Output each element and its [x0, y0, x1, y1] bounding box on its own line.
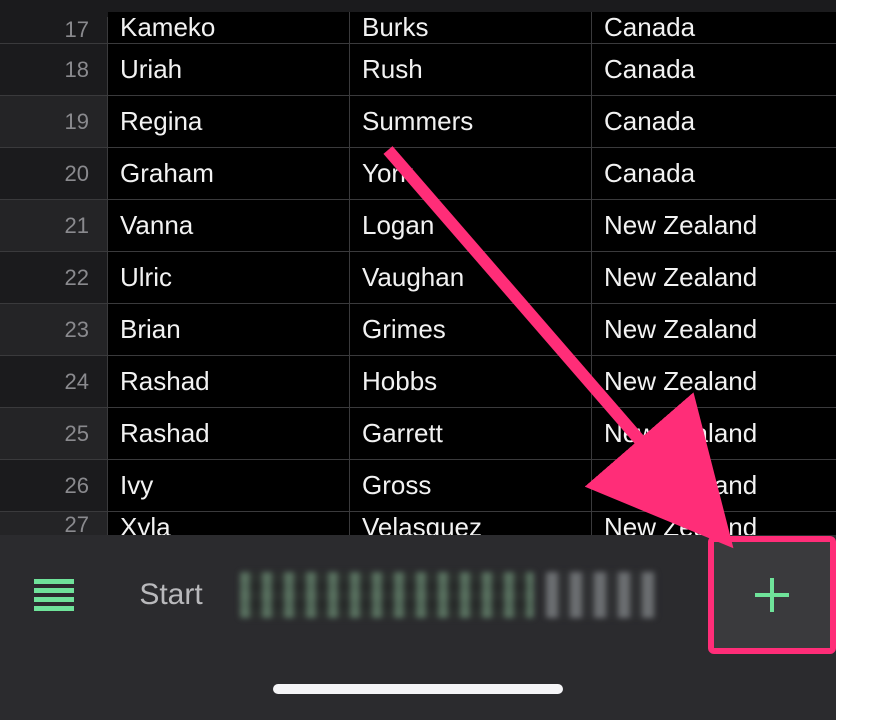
sheet-tab-start[interactable]: Start: [108, 550, 234, 640]
bottom-strip: [0, 655, 836, 720]
cell-last-name[interactable]: Gross: [350, 460, 592, 511]
cell-last-name[interactable]: York: [350, 148, 592, 199]
annotation-highlight: [708, 536, 836, 654]
sheet-tab-label: Start: [139, 578, 202, 612]
cell-country[interactable]: Canada: [592, 96, 836, 147]
cell-last-name[interactable]: Logan: [350, 200, 592, 251]
row-index[interactable]: 21: [0, 200, 108, 251]
cell-first-name[interactable]: Rashad: [108, 356, 350, 407]
cell-first-name[interactable]: Uriah: [108, 44, 350, 95]
home-indicator[interactable]: [273, 684, 563, 694]
cell-first-name[interactable]: Rashad: [108, 408, 350, 459]
cell-first-name[interactable]: Ulric: [108, 252, 350, 303]
cell-last-name[interactable]: Burks: [350, 12, 592, 43]
cell-country[interactable]: New Zealand: [592, 460, 836, 511]
row-index[interactable]: 26: [0, 460, 108, 511]
redacted-label: [240, 572, 534, 618]
cell-last-name[interactable]: Summers: [350, 96, 592, 147]
row-index[interactable]: 20: [0, 148, 108, 199]
add-sheet-button[interactable]: [714, 542, 830, 648]
table-row[interactable]: 17 Kameko Burks Canada: [0, 0, 836, 44]
cell-country[interactable]: New Zealand: [592, 408, 836, 459]
sheet-tab-redacted[interactable]: [540, 550, 662, 640]
sheet-tab-bar: Start: [0, 535, 836, 655]
table-row[interactable]: 21 Vanna Logan New Zealand: [0, 200, 836, 252]
table-row[interactable]: 25 Rashad Garrett New Zealand: [0, 408, 836, 460]
row-index[interactable]: 18: [0, 44, 108, 95]
row-index[interactable]: 22: [0, 252, 108, 303]
app-frame: 17 Kameko Burks Canada 18 Uriah Rush Can…: [0, 0, 836, 720]
cell-country[interactable]: New Zealand: [592, 200, 836, 251]
cell-first-name[interactable]: Regina: [108, 96, 350, 147]
sheet-tab-redacted[interactable]: [234, 550, 540, 640]
cell-last-name[interactable]: Grimes: [350, 304, 592, 355]
cell-country[interactable]: New Zealand: [592, 252, 836, 303]
row-index[interactable]: 23: [0, 304, 108, 355]
cell-first-name[interactable]: Kameko: [108, 12, 350, 43]
cell-last-name[interactable]: Hobbs: [350, 356, 592, 407]
row-index[interactable]: 19: [0, 96, 108, 147]
cell-country[interactable]: New Zealand: [592, 304, 836, 355]
cell-first-name[interactable]: Brian: [108, 304, 350, 355]
cell-first-name[interactable]: Vanna: [108, 200, 350, 251]
hamburger-icon: [34, 579, 74, 611]
cell-last-name[interactable]: Rush: [350, 44, 592, 95]
row-index[interactable]: 24: [0, 356, 108, 407]
cell-first-name[interactable]: Graham: [108, 148, 350, 199]
spreadsheet-table[interactable]: 17 Kameko Burks Canada 18 Uriah Rush Can…: [0, 0, 836, 545]
plus-icon: [751, 574, 793, 616]
cell-country[interactable]: Canada: [592, 44, 836, 95]
cell-last-name[interactable]: Garrett: [350, 408, 592, 459]
table-row[interactable]: 18 Uriah Rush Canada: [0, 44, 836, 96]
redacted-label: [546, 572, 656, 618]
table-row[interactable]: 20 Graham York Canada: [0, 148, 836, 200]
cell-last-name[interactable]: Vaughan: [350, 252, 592, 303]
table-row[interactable]: 23 Brian Grimes New Zealand: [0, 304, 836, 356]
cell-country[interactable]: New Zealand: [592, 356, 836, 407]
table-row[interactable]: 22 Ulric Vaughan New Zealand: [0, 252, 836, 304]
row-index[interactable]: 17: [0, 17, 108, 43]
cell-first-name[interactable]: Ivy: [108, 460, 350, 511]
table-row[interactable]: 26 Ivy Gross New Zealand: [0, 460, 836, 512]
row-index[interactable]: 25: [0, 408, 108, 459]
cell-country[interactable]: Canada: [592, 148, 836, 199]
table-row[interactable]: 24 Rashad Hobbs New Zealand: [0, 356, 836, 408]
table-row[interactable]: 19 Regina Summers Canada: [0, 96, 836, 148]
cell-country[interactable]: Canada: [592, 12, 836, 43]
sheets-menu-button[interactable]: [0, 550, 108, 640]
